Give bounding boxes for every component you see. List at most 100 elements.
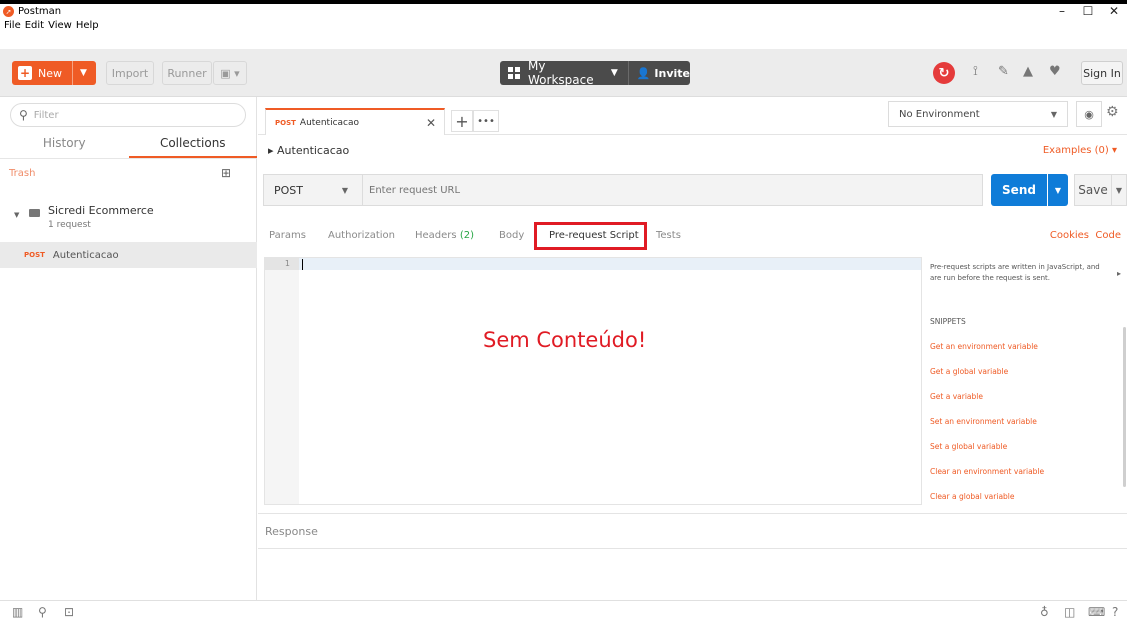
menu-help[interactable]: Help [76,19,99,33]
sign-in-button[interactable]: Sign In [1081,61,1123,85]
cookies-link[interactable]: Cookies [1050,230,1089,241]
gear-icon[interactable]: ⚙ [1106,104,1119,120]
menu-edit[interactable]: Edit [25,19,44,33]
snippets-description: Pre-request scripts are written in JavaS… [930,263,1100,282]
menu-bar: File Edit View Help [0,19,1127,49]
new-tab-button[interactable]: + [451,110,473,132]
examples-dropdown[interactable]: Examples (0) ▾ [1043,145,1117,156]
tab-authorization[interactable]: Authorization [328,230,395,241]
response-label: Response [265,525,318,538]
environment-select[interactable]: No Environment ▼ [888,101,1068,127]
add-user-icon: 👤 [636,66,651,80]
snippet-set-env-variable[interactable]: Set an environment variable [930,417,1037,426]
chevron-down-icon[interactable]: ▼ [80,68,87,78]
url-row: POST ▼ Send ▼ Save ▼ [258,169,1127,213]
send-dropdown-button[interactable]: ▼ [1048,174,1068,206]
request-name: Autenticacao [52,249,119,261]
line-number: 1 [265,258,299,270]
tab-body[interactable]: Body [499,230,524,241]
response-section: Response [258,513,1127,549]
collection-item[interactable]: ▼ Sicredi Ecommerce 1 request [0,197,257,239]
help-icon[interactable]: ? [1112,605,1118,619]
bootcamp-icon[interactable]: ♁ [1040,605,1049,619]
settings-wrench-icon[interactable]: ✎ [998,64,1009,79]
search-icon: ⚲ [19,108,28,122]
sidebar-tabs: History Collections [0,133,257,159]
new-window-icon: ▣ ▾ [220,66,240,80]
text-cursor [302,259,303,270]
workspace-switcher[interactable]: My Workspace ▼ 👤 Invite [500,59,690,87]
chevron-down-icon: ▼ [341,185,348,195]
url-input[interactable] [363,174,983,206]
sync-icon[interactable]: ↻ [933,62,955,84]
close-window-button[interactable]: ✕ [1101,4,1127,19]
request-tab-strip: POST Autenticacao ✕ + ••• No Environment… [258,97,1127,135]
tab-tests[interactable]: Tests [656,230,681,241]
collapse-arrow-icon[interactable]: ▸ [1117,269,1121,278]
snippet-get-env-variable[interactable]: Get an environment variable [930,342,1038,351]
breadcrumb[interactable]: ▸ Autenticacao [268,144,349,157]
plus-icon: + [18,66,32,80]
new-button-divider [72,61,73,85]
close-icon[interactable]: ✕ [426,116,436,130]
window-controls: – ☐ ✕ [1049,4,1127,19]
folder-icon [29,209,40,217]
snippet-get-global-variable[interactable]: Get a global variable [930,367,1008,376]
method-value: POST [274,183,303,197]
postman-window: ➚ Postman – ☐ ✕ File Edit View Help + Ne… [0,0,1127,622]
tab-history[interactable]: History [0,133,129,158]
save-button[interactable]: Save [1074,174,1112,206]
snippet-clear-env-variable[interactable]: Clear an environment variable [930,467,1044,476]
import-button[interactable]: Import [106,61,154,85]
request-subtabs: Params Authorization Headers (2) Body Pr… [258,217,1127,251]
method-select[interactable]: POST ▼ [263,174,363,206]
examples-label: Examples (0) [1042,145,1109,156]
new-window-button[interactable]: ▣ ▾ [213,61,247,85]
trash-link[interactable]: Trash [9,168,35,179]
workspace-label: My Workspace [528,59,594,87]
tab-params[interactable]: Params [269,230,306,241]
toggle-sidebar-icon[interactable]: ▥ [12,605,23,619]
new-button-label: New [38,66,62,80]
tab-headers[interactable]: Headers (2) [415,230,474,241]
chevron-down-icon: ▼ [1050,109,1057,119]
send-button[interactable]: Send [991,174,1047,206]
two-pane-view-icon[interactable]: ◫ [1064,605,1075,619]
menu-view[interactable]: View [48,19,72,33]
eye-icon[interactable]: ◉ [1076,101,1102,127]
minimize-button[interactable]: – [1049,4,1075,19]
window-title: Postman [18,6,62,17]
save-dropdown-button[interactable]: ▼ [1112,174,1127,206]
snippets-heading: SNIPPETS [930,317,966,326]
bell-icon[interactable]: ▲ [1023,64,1033,79]
chevron-down-icon[interactable]: ▼ [14,211,19,219]
interceptor-icon[interactable]: ⟟ [973,64,978,79]
headers-count: (2) [459,230,474,241]
request-tab[interactable]: POST Autenticacao ✕ [265,108,445,135]
console-icon[interactable]: ⊡ [64,605,74,619]
find-icon[interactable]: ⚲ [38,605,47,619]
tab-collections[interactable]: Collections [128,133,257,158]
postman-logo-icon: ➚ [3,6,14,17]
menu-file[interactable]: File [4,19,21,33]
keyboard-shortcuts-icon[interactable]: ⌨ [1088,605,1105,619]
breadcrumb-row: ▸ Autenticacao Examples (0) ▾ [258,135,1127,165]
heart-icon[interactable]: ♥ [1049,64,1061,79]
sidebar-request-item[interactable]: POST Autenticacao [0,242,257,268]
runner-button[interactable]: Runner [162,61,212,85]
more-tabs-button[interactable]: ••• [473,110,499,132]
snippet-get-variable[interactable]: Get a variable [930,392,983,401]
script-editor[interactable]: 1 Sem Conteúdo! [264,257,922,505]
environment-selected: No Environment [899,108,980,120]
new-collection-icon[interactable]: ⊞ [221,166,231,180]
maximize-button[interactable]: ☐ [1075,4,1101,19]
new-button[interactable]: + New ▼ [12,61,96,85]
snippet-set-global-variable[interactable]: Set a global variable [930,442,1007,451]
workspace-grid-icon [508,67,520,79]
code-link[interactable]: Code [1095,230,1121,241]
snippet-clear-global-variable[interactable]: Clear a global variable [930,492,1015,501]
invite-button[interactable]: Invite [654,67,690,80]
headers-label: Headers [415,230,457,241]
snippets-scrollbar[interactable] [1123,327,1126,487]
filter-input[interactable]: ⚲ Filter [10,103,246,127]
